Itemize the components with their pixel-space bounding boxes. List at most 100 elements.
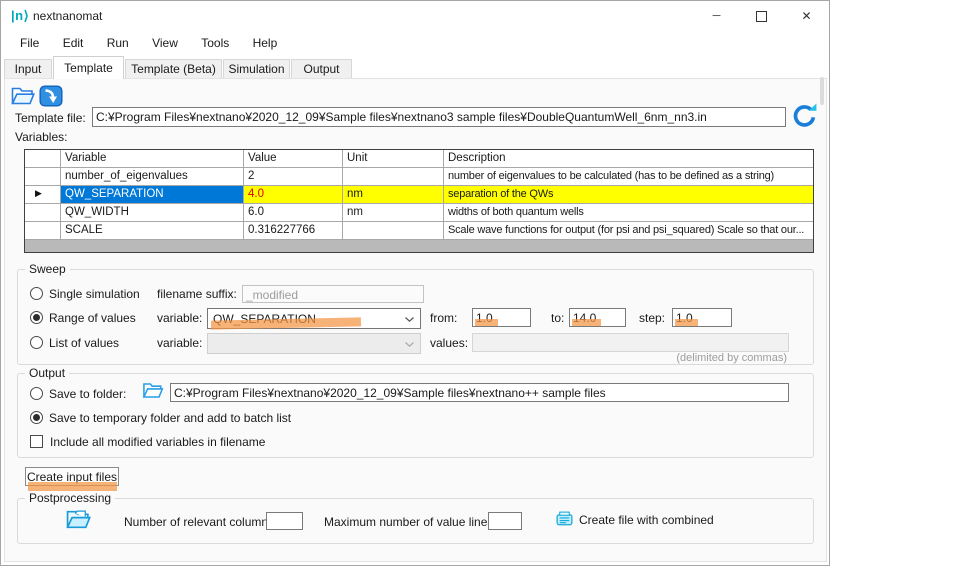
step-value: 1.0	[676, 311, 693, 325]
cell-unit[interactable]: nm	[343, 186, 444, 204]
cell-description[interactable]: Scale wave functions for output (for psi…	[444, 222, 813, 240]
include-variables-checkbox[interactable]	[30, 435, 43, 448]
to-input[interactable]: 14.0	[569, 308, 626, 327]
column-header-value[interactable]: Value	[244, 150, 343, 168]
values-label: values:	[430, 336, 468, 350]
value-lines-input[interactable]	[488, 512, 522, 530]
row-header-corner[interactable]	[25, 150, 61, 168]
close-button[interactable]: ✕	[784, 1, 829, 31]
range-variable-select[interactable]: QW_SEPARATION	[207, 308, 421, 329]
save-temp-radio[interactable]	[30, 411, 43, 424]
postprocess-folder-button[interactable]	[66, 508, 91, 531]
cell-value[interactable]: 6.0	[244, 204, 343, 222]
from-value: 1.0	[476, 311, 493, 325]
menu-help[interactable]: Help	[252, 32, 279, 54]
values-hint: (delimited by commas)	[676, 352, 787, 364]
reload-template-button[interactable]	[791, 103, 818, 129]
filename-suffix-label: filename suffix:	[157, 287, 237, 301]
list-of-values-label[interactable]: List of values	[49, 336, 119, 350]
cell-unit[interactable]	[343, 168, 444, 186]
menu-file[interactable]: File	[19, 32, 40, 54]
cell-variable[interactable]: QW_WIDTH	[61, 204, 244, 222]
relevant-column-input[interactable]	[266, 512, 303, 530]
variables-label: Variables:	[15, 130, 67, 144]
import-arrow-icon	[39, 85, 63, 107]
row-header[interactable]	[25, 204, 61, 222]
column-header-variable[interactable]: Variable	[61, 150, 244, 168]
to-label: to:	[551, 311, 564, 325]
cell-value[interactable]: 2	[244, 168, 343, 186]
range-of-values-radio[interactable]	[30, 311, 43, 324]
single-simulation-label[interactable]: Single simulation	[49, 287, 140, 301]
sweep-groupbox: Sweep Single simulation filename suffix:…	[17, 269, 814, 365]
maximize-button[interactable]	[739, 1, 784, 31]
relevant-column-label: Number of relevant column:	[124, 515, 271, 529]
save-to-folder-radio[interactable]	[30, 387, 43, 400]
tab-input[interactable]: Input	[4, 59, 52, 78]
save-temp-label[interactable]: Save to temporary folder and add to batc…	[49, 411, 291, 425]
menu-tools[interactable]: Tools	[200, 32, 230, 54]
minimize-button[interactable]: ─	[694, 1, 739, 31]
table-row: QW_WIDTH 6.0 nm widths of both quantum w…	[25, 204, 813, 222]
app-logo-icon: |n⟩	[11, 8, 29, 24]
postprocessing-group-title: Postprocessing	[25, 491, 115, 505]
from-input[interactable]: 1.0	[472, 308, 531, 327]
tab-simulation[interactable]: Simulation	[223, 59, 290, 78]
range-of-values-label[interactable]: Range of values	[49, 311, 136, 325]
template-file-input[interactable]: C:¥Program Files¥nextnano¥2020_12_09¥Sam…	[92, 107, 786, 127]
chevron-down-icon	[405, 317, 414, 322]
cell-variable[interactable]: QW_SEPARATION	[61, 186, 244, 204]
cell-unit[interactable]: nm	[343, 204, 444, 222]
cell-unit[interactable]	[343, 222, 444, 240]
values-input	[472, 333, 789, 352]
from-label: from:	[430, 311, 457, 325]
create-input-files-label: Create input files	[27, 470, 117, 484]
tab-template[interactable]: Template	[53, 56, 124, 79]
sweep-group-title: Sweep	[25, 262, 70, 276]
output-folder-path: C:¥Program Files¥nextnano¥2020_12_09¥Sam…	[174, 386, 606, 400]
current-row-arrow-icon[interactable]: ▶	[25, 186, 61, 204]
row-header[interactable]	[25, 222, 61, 240]
output-folder-input[interactable]: C:¥Program Files¥nextnano¥2020_12_09¥Sam…	[170, 383, 789, 402]
list-of-values-radio[interactable]	[30, 336, 43, 349]
refresh-icon	[791, 103, 818, 129]
range-variable-label: variable:	[157, 311, 202, 325]
window-title: nextnanomat	[33, 9, 102, 23]
create-combined-button[interactable]	[555, 511, 574, 528]
cell-variable[interactable]: SCALE	[61, 222, 244, 240]
range-variable-value: QW_SEPARATION	[213, 312, 316, 326]
cell-value[interactable]: 4.0	[244, 186, 343, 204]
save-to-folder-label[interactable]: Save to folder:	[49, 387, 126, 401]
cell-variable[interactable]: number_of_eigenvalues	[61, 168, 244, 186]
template-file-label: Template file:	[15, 111, 86, 125]
file-combine-icon	[555, 511, 574, 528]
include-variables-label[interactable]: Include all modified variables in filena…	[50, 435, 265, 449]
step-input[interactable]: 1.0	[672, 308, 732, 327]
menu-run[interactable]: Run	[106, 32, 130, 54]
tab-output[interactable]: Output	[291, 59, 352, 78]
app-window: |n⟩ nextnanomat ─ ✕ File Edit Run View T…	[0, 0, 830, 566]
create-input-files-button[interactable]: Create input files	[25, 467, 119, 486]
single-simulation-radio[interactable]	[30, 287, 43, 300]
cell-description[interactable]: widths of both quantum wells	[444, 204, 813, 222]
chevron-down-icon	[405, 342, 414, 347]
cell-description[interactable]: number of eigenvalues to be calculated (…	[444, 168, 813, 186]
column-header-description[interactable]: Description	[444, 150, 813, 168]
tab-template-beta[interactable]: Template (Beta)	[125, 59, 222, 78]
menu-view[interactable]: View	[151, 32, 179, 54]
filename-suffix-input: _modified	[242, 285, 424, 303]
cell-value[interactable]: 0.316227766	[244, 222, 343, 240]
open-template-button[interactable]	[11, 85, 35, 107]
load-template-button[interactable]	[39, 85, 63, 107]
folder-open-icon	[66, 508, 91, 531]
column-header-unit[interactable]: Unit	[343, 150, 444, 168]
table-header-row: Variable Value Unit Description	[25, 150, 813, 168]
row-header[interactable]	[25, 168, 61, 186]
browse-folder-button[interactable]	[142, 381, 164, 400]
postprocessing-groupbox: Postprocessing Number of relevant column…	[17, 498, 814, 544]
output-groupbox: Output Save to folder: C:¥Program Files¥…	[17, 373, 814, 458]
menu-edit[interactable]: Edit	[62, 32, 85, 54]
scrollbar-thumb[interactable]	[820, 77, 824, 105]
cell-description[interactable]: separation of the QWs	[444, 186, 813, 204]
close-icon: ✕	[801, 9, 811, 23]
